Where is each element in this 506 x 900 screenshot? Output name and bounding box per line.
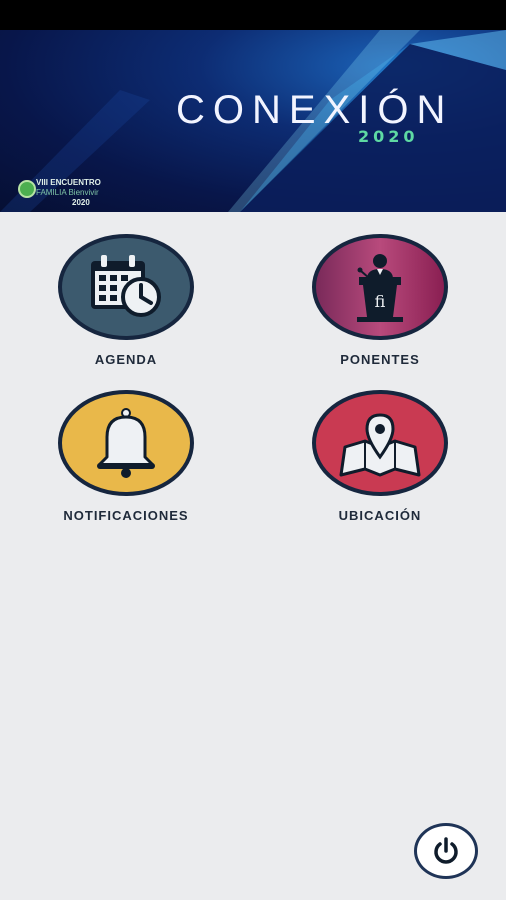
ponentes-label: PONENTES — [340, 352, 420, 367]
calendar-clock-icon — [91, 255, 161, 317]
agenda-button[interactable] — [58, 234, 194, 340]
menu-item-notificaciones[interactable]: NOTIFICACIONES — [51, 390, 201, 523]
app-year: 2020 — [358, 127, 419, 146]
notificaciones-label: NOTIFICACIONES — [63, 508, 189, 523]
status-bar — [0, 0, 506, 30]
event-logo-icon — [18, 180, 36, 198]
power-icon — [434, 837, 458, 864]
ubicacion-label: UBICACIÓN — [338, 508, 422, 523]
menu-item-ponentes[interactable]: fi PONENTES — [305, 234, 455, 367]
menu-item-agenda[interactable]: AGENDA — [51, 234, 201, 367]
notificaciones-button[interactable] — [58, 390, 194, 496]
event-year: 2020 — [72, 198, 90, 207]
event-brand: FAMILIA Bienvivir — [36, 188, 99, 197]
event-name: VIII ENCUENTRO — [36, 178, 101, 187]
power-button[interactable] — [414, 823, 478, 879]
map-pin-icon — [339, 413, 421, 477]
bell-icon — [97, 408, 155, 478]
speaker-podium-icon: fi — [357, 254, 403, 322]
svg-text:fi: fi — [375, 292, 386, 311]
agenda-label: AGENDA — [94, 352, 158, 367]
ubicacion-button[interactable] — [312, 390, 448, 496]
header-banner: CONEXIÓN 2020 VIII ENCUENTRO FAMILIA Bie… — [0, 30, 506, 212]
menu-item-ubicacion[interactable]: UBICACIÓN — [305, 390, 455, 523]
ponentes-button[interactable]: fi — [312, 234, 448, 340]
